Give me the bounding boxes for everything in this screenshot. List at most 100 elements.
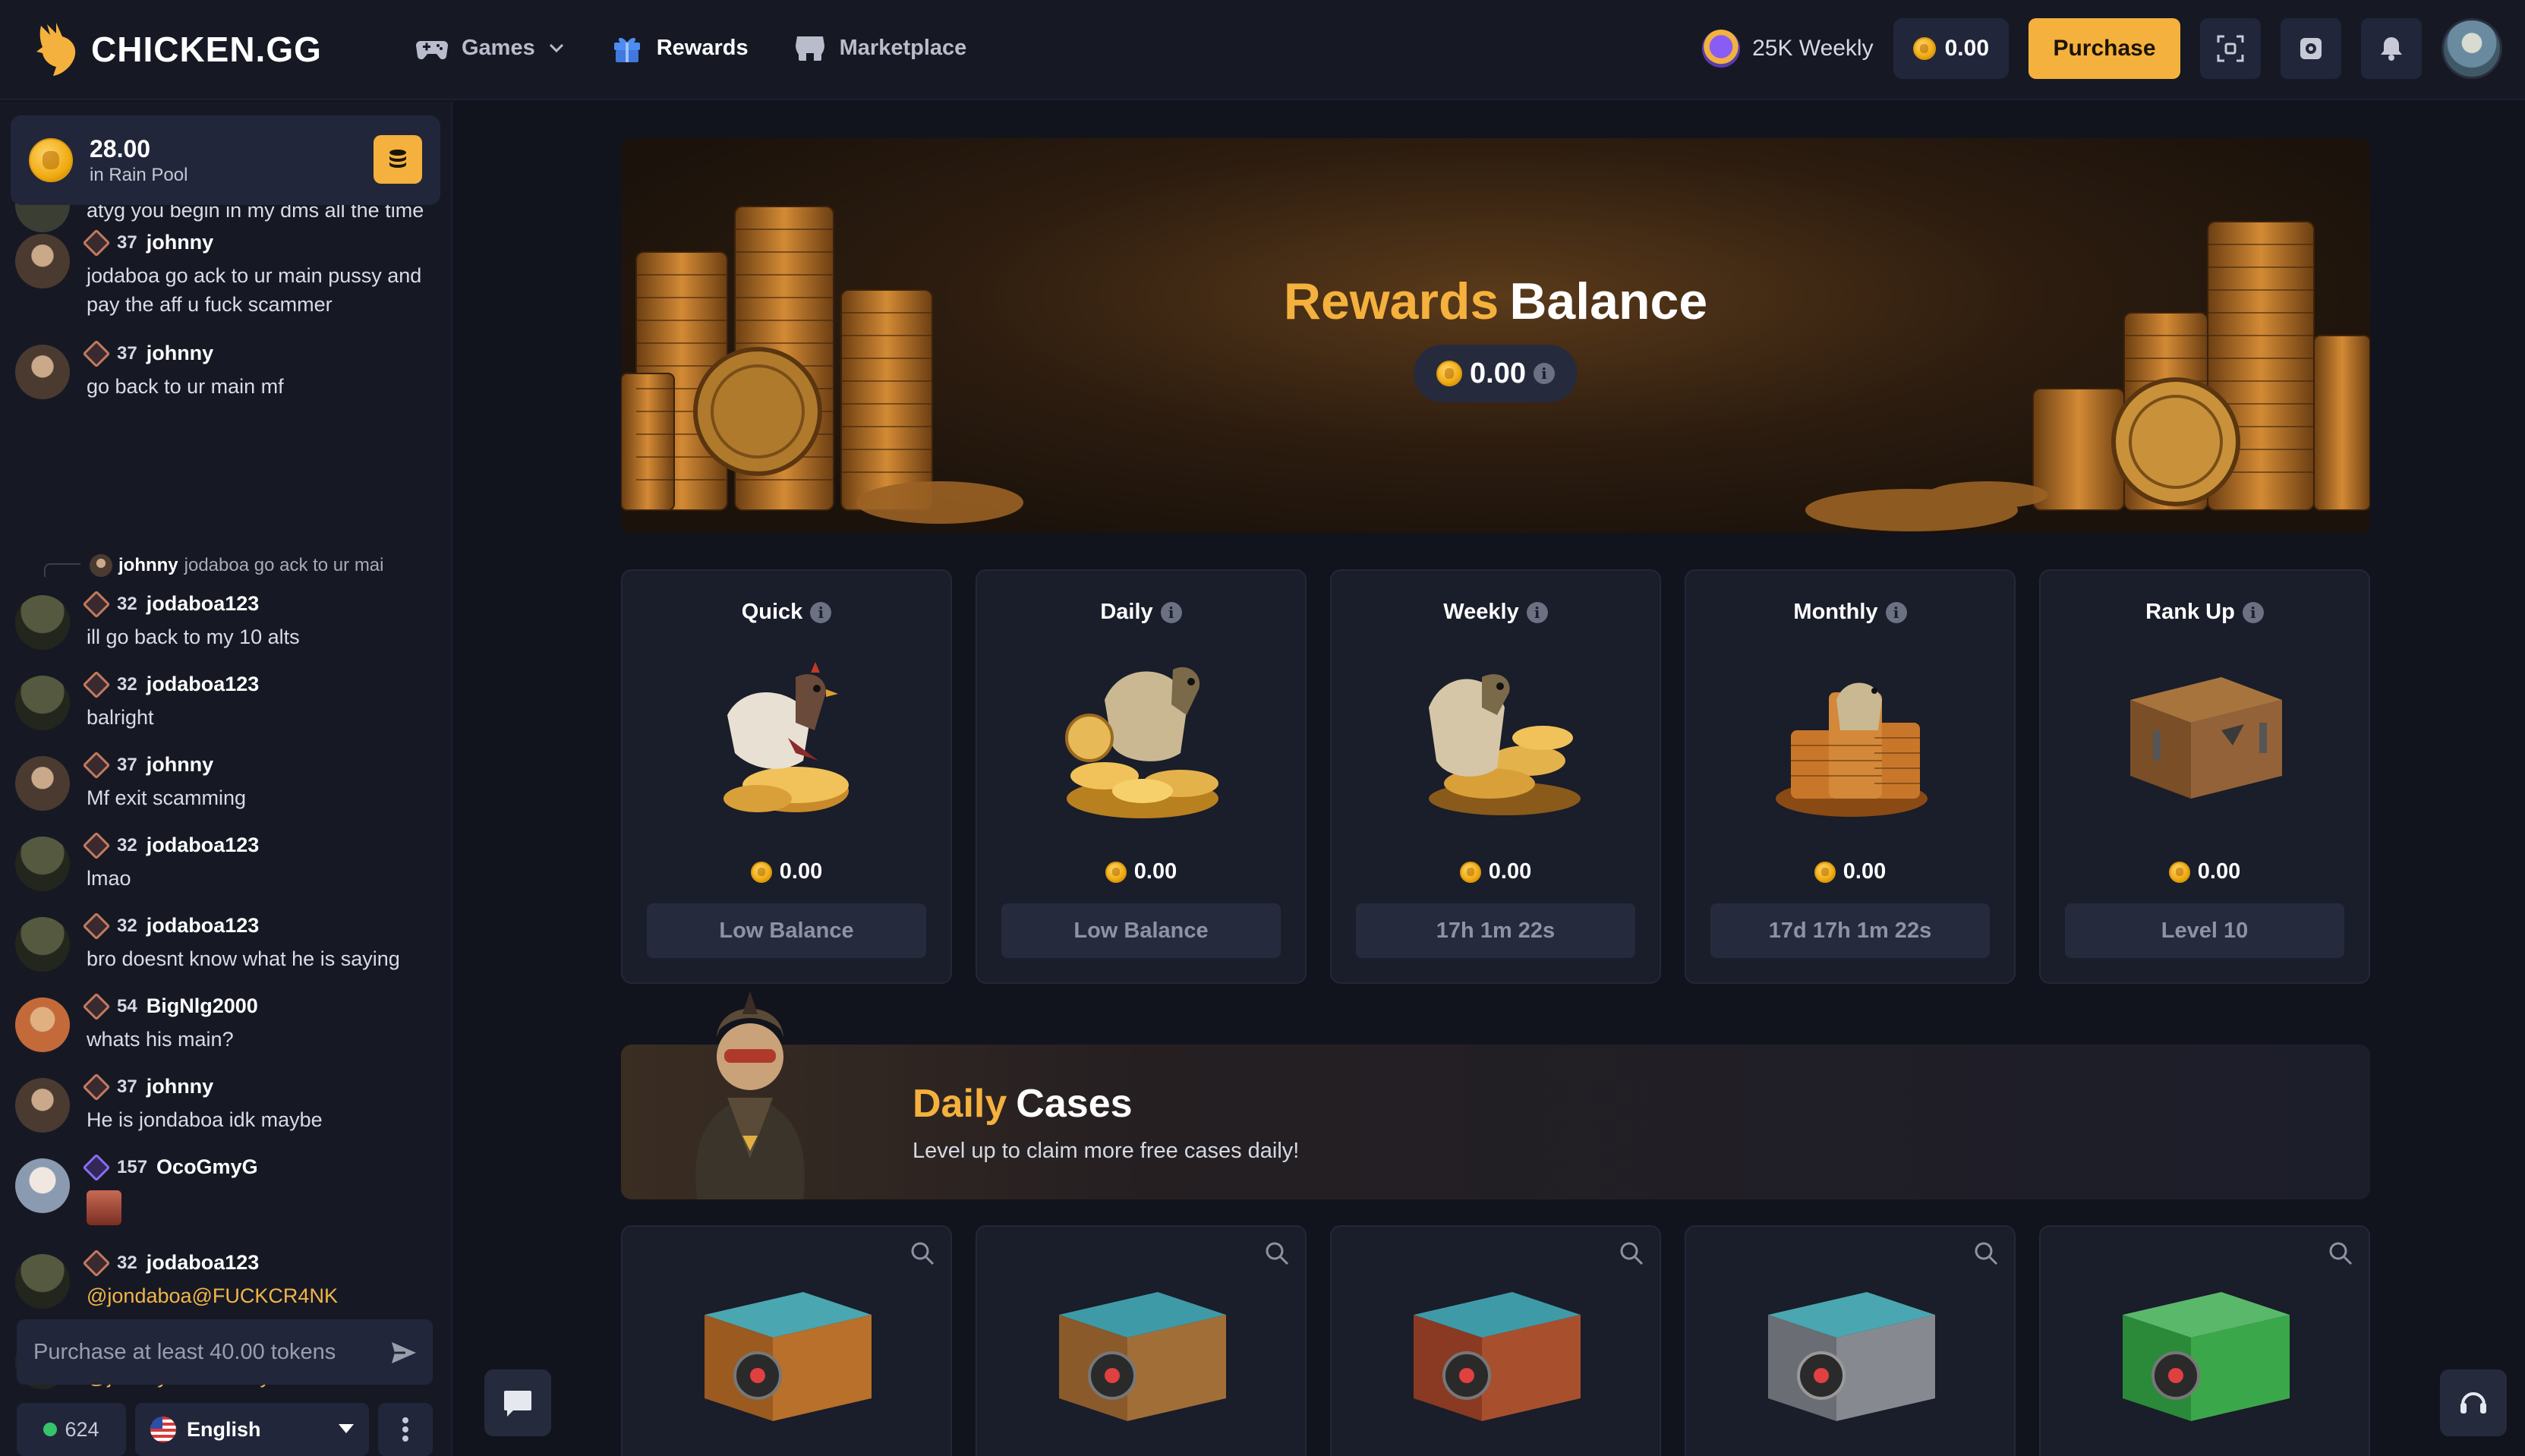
fullscreen-button[interactable] — [2200, 18, 2261, 79]
info-icon[interactable]: i — [1533, 363, 1555, 384]
info-icon[interactable]: i — [1526, 601, 1548, 623]
user-avatar[interactable] — [2441, 18, 2502, 79]
rain-tip-button[interactable] — [374, 135, 422, 184]
username[interactable]: OcoGmyG — [156, 1155, 258, 1179]
rewards-title-gold: Rewards — [1283, 273, 1499, 330]
avatar[interactable] — [15, 756, 70, 811]
coin-icon — [1105, 861, 1127, 883]
reply-preview[interactable]: johnny jodaboa go ack to ur mai — [90, 554, 383, 577]
rank-icon — [82, 751, 111, 779]
reward-title-text: Weekly — [1443, 600, 1519, 624]
username[interactable]: johnny — [147, 1075, 214, 1098]
language-select[interactable]: English — [135, 1403, 369, 1456]
info-icon[interactable]: i — [2242, 601, 2264, 623]
message-text: lmao — [87, 867, 131, 890]
reward-claim-button[interactable]: Level 10 — [2065, 903, 2344, 958]
avatar[interactable] — [15, 997, 70, 1052]
avatar[interactable] — [15, 345, 70, 399]
search-icon[interactable] — [1973, 1240, 1999, 1266]
username[interactable]: johnny — [147, 342, 214, 365]
user-level: 32 — [117, 673, 137, 695]
message-text: Mf exit scamming — [87, 786, 247, 809]
reward-card-title: Daily i — [977, 600, 1305, 625]
wallet-balance[interactable]: 0.00 — [1893, 18, 2009, 79]
info-icon[interactable]: i — [1160, 601, 1182, 623]
username[interactable]: jodaboa123 — [147, 673, 260, 696]
toggle-chat-button[interactable] — [484, 1369, 551, 1436]
chat-more-button[interactable] — [378, 1403, 433, 1456]
rain-pool: 28.00 in Rain Pool — [11, 115, 440, 205]
chat-bubble-icon — [504, 1391, 531, 1417]
info-icon[interactable]: i — [1885, 601, 1907, 623]
search-icon[interactable] — [1619, 1240, 1644, 1266]
reward-card-weekly: Weekly i 0.00 17h 1m 22s — [1330, 569, 1661, 984]
chat-input[interactable]: Purchase at least 40.00 tokens — [17, 1319, 433, 1385]
send-icon[interactable] — [389, 1338, 419, 1368]
avatar[interactable] — [15, 1254, 70, 1309]
reply-avatar — [90, 554, 112, 577]
message-header: 32 jodaboa123 — [82, 912, 260, 940]
avatar[interactable] — [15, 1158, 70, 1213]
wallet-amount: 0.00 — [1944, 36, 1989, 61]
rank-icon — [82, 831, 111, 859]
rank-icon — [82, 228, 111, 257]
case-card[interactable] — [621, 1225, 952, 1456]
notifications-button[interactable] — [2361, 18, 2422, 79]
case-card[interactable] — [1330, 1225, 1661, 1456]
search-icon[interactable] — [1264, 1240, 1290, 1266]
scan-icon — [2217, 35, 2244, 62]
username[interactable]: BigNlg2000 — [147, 994, 258, 1018]
rewards-title: Rewards Balance — [621, 272, 2370, 331]
search-icon[interactable] — [2328, 1240, 2353, 1266]
brand-logo[interactable]: CHICKEN.GG — [33, 21, 322, 77]
nav-games[interactable]: Games — [415, 30, 566, 65]
chat-input-placeholder: Purchase at least 40.00 tokens — [33, 1339, 336, 1364]
reward-claim-button[interactable]: 17h 1m 22s — [1356, 903, 1635, 958]
reward-claim-button[interactable]: Low Balance — [1001, 903, 1281, 958]
reward-title-text: Monthly — [1793, 600, 1878, 624]
crate-illustration — [2130, 677, 2282, 799]
search-icon[interactable] — [909, 1240, 935, 1266]
case-card[interactable] — [1685, 1225, 2016, 1456]
case-crate-illustration — [1059, 1292, 1226, 1421]
message-header: 37 johnny — [82, 751, 214, 779]
support-button[interactable] — [2440, 1369, 2507, 1436]
chat-footer: 624 English — [17, 1403, 433, 1456]
rain-label: in Rain Pool — [90, 164, 188, 185]
avatar[interactable] — [15, 837, 70, 891]
info-icon[interactable]: i — [810, 601, 832, 623]
nav-rewards[interactable]: Rewards — [610, 30, 749, 65]
username[interactable]: johnny — [147, 753, 214, 777]
coin-stacks-illustration — [621, 206, 2370, 531]
username[interactable]: jodaboa123 — [147, 1251, 260, 1275]
username[interactable]: johnny — [147, 231, 214, 254]
case-card[interactable] — [976, 1225, 1307, 1456]
username[interactable]: jodaboa123 — [147, 914, 260, 938]
reward-value: 0.00 — [2041, 859, 2369, 884]
case-card[interactable] — [2039, 1225, 2370, 1456]
weekly-race[interactable]: 25K Weekly — [1702, 30, 1874, 68]
rewards-hero: Rewards Balance 0.00 i — [621, 138, 2370, 533]
rewards-balance-value: 0.00 — [1470, 357, 1526, 389]
reward-card-quick: Quick i 0.00 Low Balance — [621, 569, 952, 984]
username[interactable]: jodaboa123 — [147, 834, 260, 857]
reward-title-text: Quick — [741, 600, 803, 624]
avatar[interactable] — [15, 917, 70, 972]
avatar[interactable] — [15, 676, 70, 730]
username[interactable]: jodaboa123 — [147, 592, 260, 616]
purchase-button[interactable]: Purchase — [2029, 18, 2180, 79]
message-text: He is jondaboa idk maybe — [87, 1108, 323, 1131]
nav-marketplace[interactable]: Marketplace — [793, 30, 966, 65]
avatar[interactable] — [15, 1078, 70, 1133]
case-crate-illustration — [1768, 1292, 1935, 1421]
avatar[interactable] — [15, 234, 70, 288]
online-count-value: 624 — [65, 1417, 99, 1441]
reward-claim-button[interactable]: Low Balance — [647, 903, 926, 958]
avatar[interactable] — [15, 595, 70, 650]
reward-title-text: Daily — [1100, 600, 1153, 624]
reward-value: 0.00 — [1686, 859, 2014, 884]
settings-button[interactable] — [2281, 18, 2341, 79]
rewards-balance-pill[interactable]: 0.00 i — [1414, 345, 1578, 402]
reward-claim-button[interactable]: 17d 17h 1m 22s — [1710, 903, 1990, 958]
message-header: 157 OcoGmyG — [82, 1153, 258, 1181]
